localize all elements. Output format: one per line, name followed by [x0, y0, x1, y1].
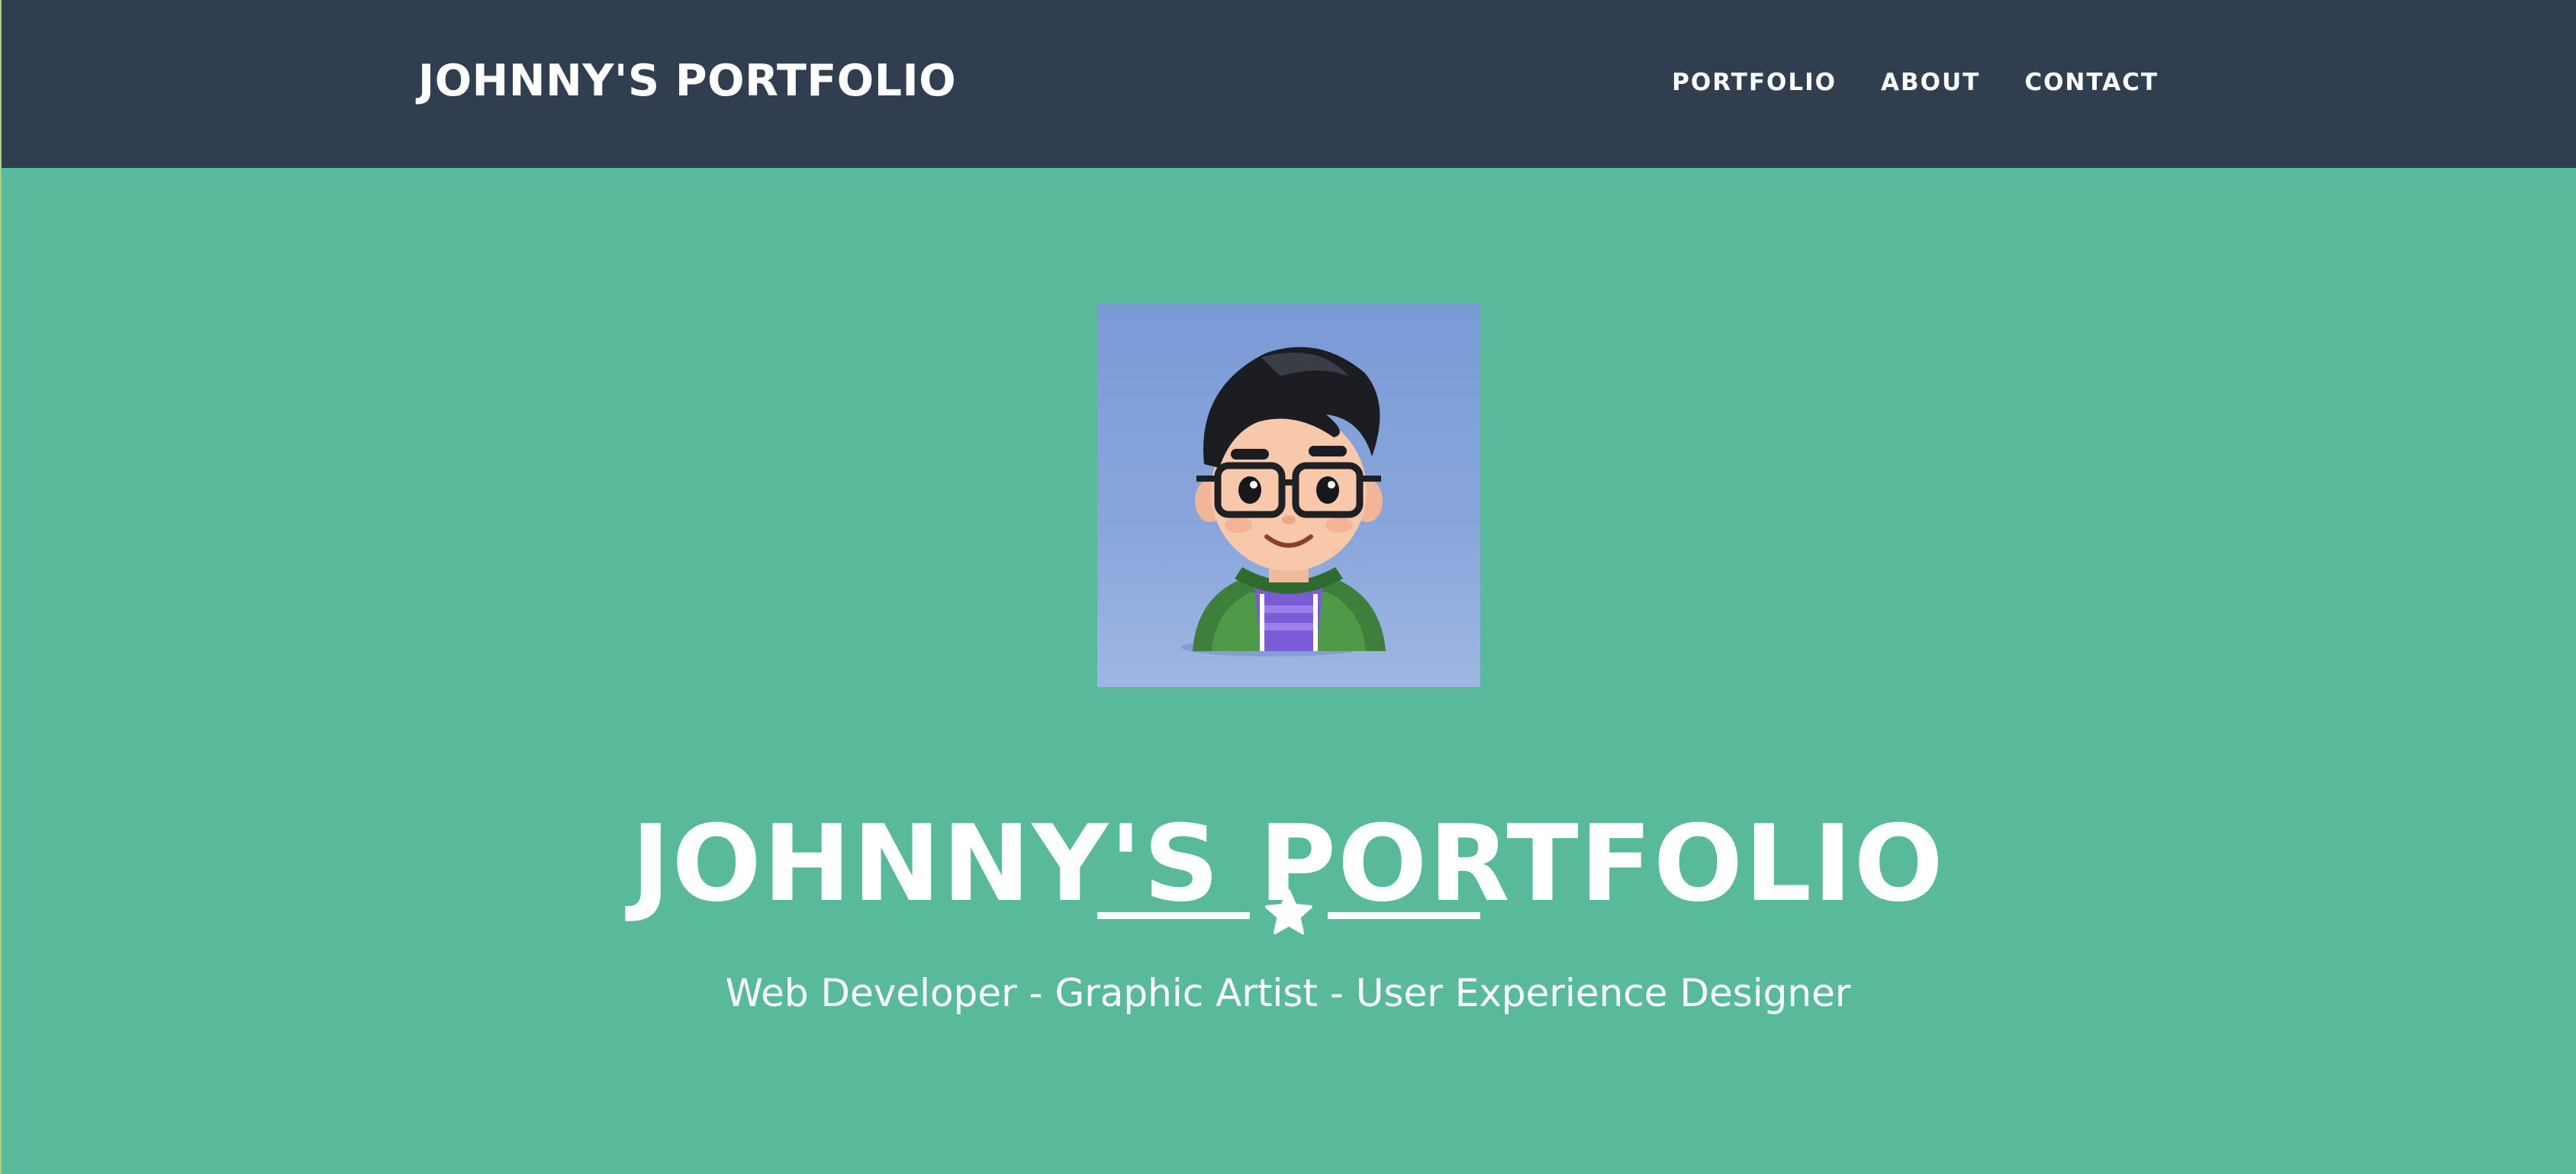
avatar-illustration	[1181, 347, 1386, 656]
avatar-image	[1097, 304, 1480, 687]
nav-link-about[interactable]: ABOUT	[1881, 64, 1980, 101]
brand-link[interactable]: JOHNNY'S PORTFOLIO	[418, 50, 956, 111]
divider-line-left	[1097, 912, 1250, 919]
nav-link-portfolio[interactable]: PORTFOLIO	[1672, 64, 1837, 101]
divider-line-right	[1328, 912, 1480, 919]
nav-menu: PORTFOLIO ABOUT CONTACT	[1672, 64, 2159, 101]
star-icon	[1265, 889, 1312, 934]
navbar: JOHNNY'S PORTFOLIO PORTFOLIO ABOUT CONTA…	[0, 0, 2576, 168]
star-divider	[1097, 888, 1480, 943]
nav-link-contact[interactable]: CONTACT	[2024, 64, 2159, 101]
hero-subtitle: Web Developer - Graphic Artist - User Ex…	[725, 971, 1851, 1015]
window-edge	[0, 0, 2, 1174]
